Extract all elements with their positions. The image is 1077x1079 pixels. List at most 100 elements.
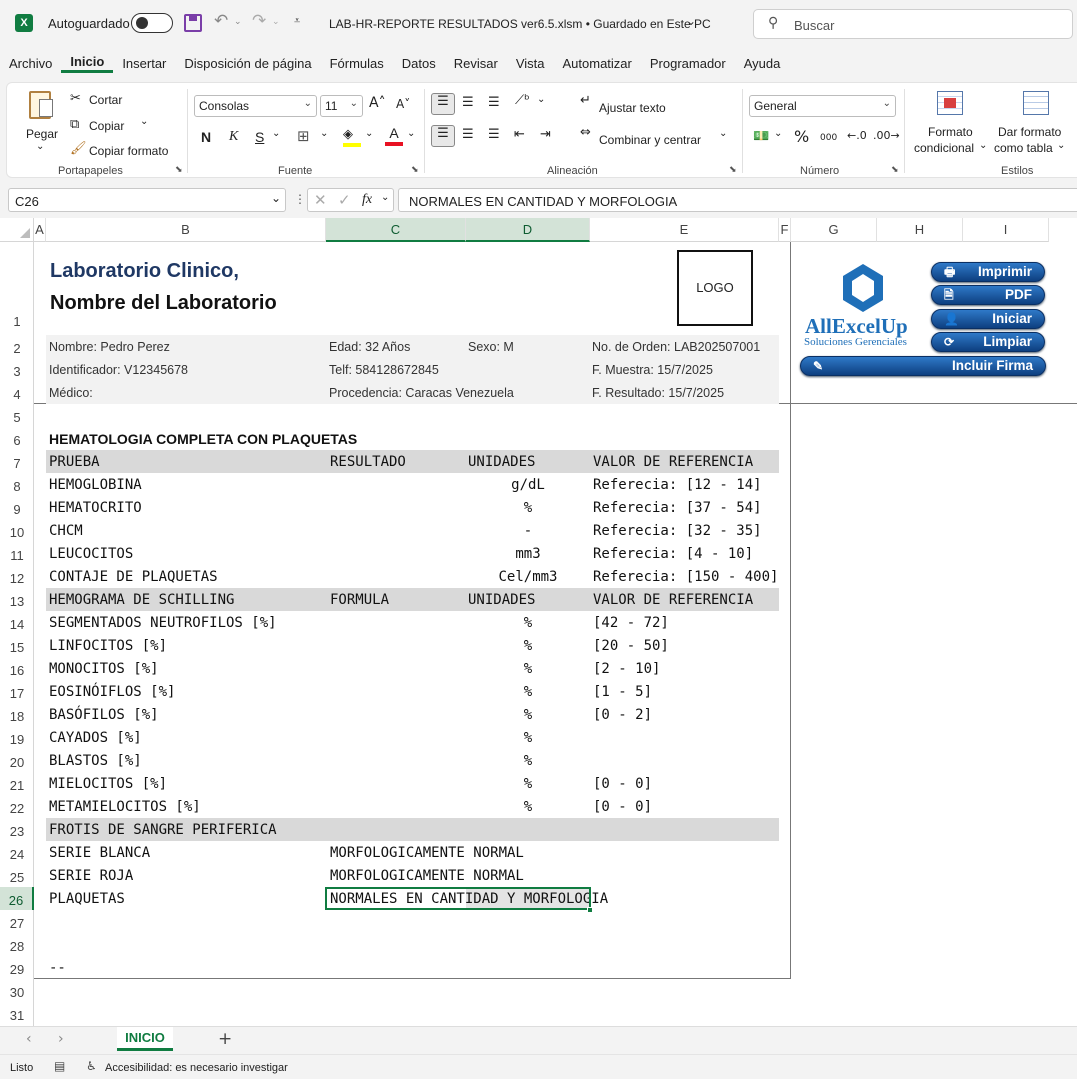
row-header[interactable]: 24 [0,841,34,864]
decrease-indent-icon[interactable]: ⇤ [514,127,525,142]
column-header-f[interactable]: F [779,218,791,242]
format-table-chevron-icon[interactable]: ⌄ [1057,140,1065,151]
align-top-icon[interactable]: ☰ [431,93,455,115]
align-center-icon[interactable]: ☰ [462,127,474,142]
row-header-selected[interactable]: 26 [0,887,34,910]
active-cell[interactable] [325,887,591,910]
fill-chevron-icon[interactable]: ⌄ [365,128,373,139]
row-header[interactable]: 6 [0,427,34,450]
print-button[interactable]: 🖶 Imprimir [931,262,1045,282]
launcher-icon[interactable]: ⬊ [891,165,899,175]
launcher-icon[interactable]: ⬊ [729,165,737,175]
conditional-format-label[interactable]: Formato [928,125,973,139]
orientation-icon[interactable]: ⟋ᵇ [515,93,530,108]
tab-vista[interactable]: Vista [507,56,554,71]
currency-chevron-icon[interactable]: ⌄ [774,128,782,139]
row-header[interactable]: 12 [0,565,34,588]
align-middle-icon[interactable]: ☰ [462,95,474,110]
row-header[interactable]: 5 [0,404,34,427]
wrap-text-icon[interactable]: ↵ [580,93,591,108]
conditional-format-icon[interactable] [937,91,963,115]
row-header[interactable]: 21 [0,772,34,795]
customize-qat-icon[interactable]: ⩡ [294,14,300,28]
tab-formulas[interactable]: Fórmulas [321,56,393,71]
format-table-icon[interactable] [1023,91,1049,115]
column-header-b[interactable]: B [46,218,326,242]
cut-label[interactable]: Cortar [89,93,122,107]
orientation-chevron-icon[interactable]: ⌄ [537,94,545,105]
cell-mode-icon[interactable]: ▤ [54,1059,65,1073]
increase-indent-icon[interactable]: ⇥ [540,127,551,142]
font-color-chevron-icon[interactable]: ⌄ [407,128,415,139]
tab-datos[interactable]: Datos [393,56,445,71]
font-name-select[interactable]: Consolas ⌄ [194,95,317,117]
decrease-decimal-icon[interactable]: .00→ [873,129,900,142]
row-header[interactable]: 29 [0,956,34,979]
row-header[interactable]: 8 [0,473,34,496]
copy-label[interactable]: Copiar [89,119,124,133]
enter-icon[interactable]: ✓ [338,191,351,209]
row-header[interactable]: 10 [0,519,34,542]
tab-archivo[interactable]: Archivo [0,56,61,71]
redo-dropdown-icon[interactable]: ⌄ [272,17,280,27]
format-painter-label[interactable]: Copiar formato [89,144,168,158]
format-table-label-2[interactable]: como tabla [994,141,1053,155]
align-right-icon[interactable]: ☰ [488,127,500,142]
row-header[interactable]: 25 [0,864,34,887]
grow-font-icon[interactable]: A˄ [369,95,386,111]
column-header-e[interactable]: E [590,218,779,242]
row-header[interactable]: 22 [0,795,34,818]
scroll-right-icon[interactable]: › [58,1031,64,1047]
add-sheet-icon[interactable]: + [218,1029,232,1049]
formula-input[interactable]: NORMALES EN CANTIDAD Y MORFOLOGIA [398,188,1077,212]
row-header[interactable]: 17 [0,680,34,703]
cancel-icon[interactable]: ✕ [314,191,327,209]
launcher-icon[interactable]: ⬊ [411,165,419,175]
font-color-icon[interactable]: A [385,125,403,146]
row-header[interactable]: 11 [0,542,34,565]
row-header[interactable]: 1 [0,242,34,335]
shrink-font-icon[interactable]: A˅ [396,97,410,111]
column-header-g[interactable]: G [791,218,877,242]
launcher-icon[interactable]: ⬊ [175,165,183,175]
row-header[interactable]: 20 [0,749,34,772]
tab-programador[interactable]: Programador [641,56,735,71]
tab-revisar[interactable]: Revisar [445,56,507,71]
currency-icon[interactable]: 💵 [753,129,769,144]
conditional-format-label-2[interactable]: condicional [914,141,974,155]
wrap-text-label[interactable]: Ajustar texto [599,101,666,115]
fill-handle[interactable] [587,907,593,913]
scroll-left-icon[interactable]: ‹ [26,1031,32,1047]
row-header[interactable]: 13 [0,588,34,611]
row-header[interactable]: 19 [0,726,34,749]
underline-chevron-icon[interactable]: ⌄ [272,128,280,139]
merge-label[interactable]: Combinar y centrar [599,133,701,147]
select-all-corner[interactable] [0,218,34,242]
copy-icon[interactable]: ⧉ [70,117,79,132]
save-icon[interactable] [184,14,202,32]
italic-button[interactable]: K [229,129,238,145]
merge-chevron-icon[interactable]: ⌄ [719,128,727,139]
row-header[interactable]: 14 [0,611,34,634]
column-header-h[interactable]: H [877,218,963,242]
pdf-button[interactable]: 🗎 PDF [931,285,1045,305]
fill-color-icon[interactable]: ◈ [343,127,361,147]
conditional-chevron-icon[interactable]: ⌄ [979,140,987,151]
underline-button[interactable]: S [255,129,264,145]
increase-decimal-icon[interactable]: ←.0 [847,129,867,142]
tab-insertar[interactable]: Insertar [113,56,175,71]
row-header[interactable]: 9 [0,496,34,519]
number-format-select[interactable]: General ⌄ [749,95,896,117]
thousands-button[interactable]: 000 [820,133,837,143]
row-header[interactable]: 28 [0,933,34,956]
font-size-select[interactable]: 11 ⌄ [320,95,363,117]
insert-function-button[interactable]: fx [362,192,372,208]
autosave-toggle[interactable] [131,13,173,33]
row-header[interactable]: 23 [0,818,34,841]
redo-icon[interactable]: ↷ [252,11,266,31]
row-header[interactable]: 30 [0,979,34,1002]
row-header[interactable]: 15 [0,634,34,657]
name-box[interactable]: C26 ⌄ [8,188,286,212]
signature-button[interactable]: ✎ Incluir Firma [800,356,1046,376]
scissors-icon[interactable]: ✂ [70,91,81,106]
